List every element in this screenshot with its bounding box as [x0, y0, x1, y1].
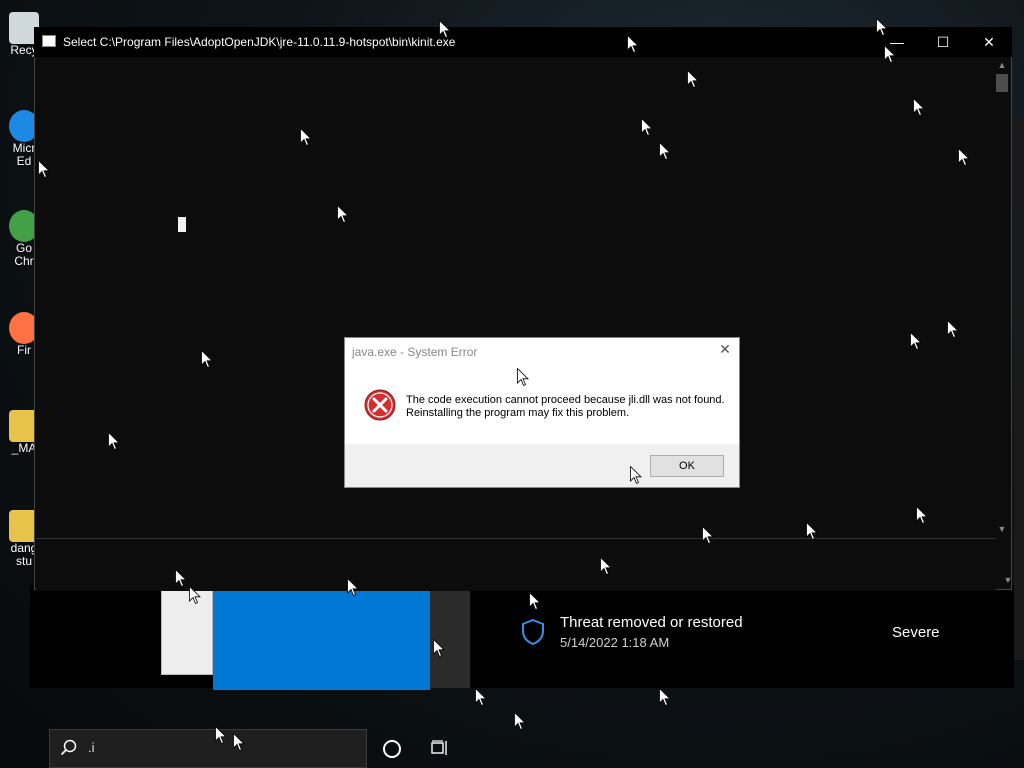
ok-button[interactable]: OK	[650, 455, 724, 477]
mouse-pointer-icon	[958, 148, 970, 167]
mouse-pointer-icon	[806, 522, 818, 541]
scroll-down-arrow-icon[interactable]: ▼	[1000, 575, 1016, 585]
mouse-pointer-icon	[947, 320, 959, 339]
security-accent-block	[213, 590, 430, 690]
error-icon	[364, 389, 396, 421]
mouse-pointer-icon	[38, 160, 50, 179]
mouse-pointer-icon	[884, 45, 896, 64]
mouse-pointer-icon	[175, 569, 187, 588]
console-title: Select C:\Program Files\AdoptOpenJDK\jre…	[63, 35, 456, 49]
scroll-up-arrow-icon[interactable]: ▲	[994, 60, 1010, 70]
mouse-pointer-icon	[702, 526, 714, 545]
mouse-pointer-icon	[641, 118, 653, 137]
mouse-pointer-icon	[916, 506, 928, 525]
mouse-pointer-icon	[659, 688, 671, 707]
mouse-pointer-icon	[529, 592, 541, 611]
mouse-pointer-icon	[910, 332, 922, 351]
cortana-icon[interactable]	[383, 740, 401, 758]
scrollbar-thumb[interactable]	[996, 74, 1008, 92]
mouse-pointer-icon	[108, 432, 120, 451]
security-sidebar-fragment	[161, 590, 213, 675]
mouse-pointer-icon	[687, 70, 699, 89]
mouse-pointer-icon	[876, 18, 888, 37]
search-text: .i	[88, 740, 95, 755]
console-app-icon	[42, 35, 56, 47]
console-text-cursor	[178, 217, 186, 232]
mouse-pointer-icon	[630, 466, 642, 485]
mouse-pointer-icon	[514, 712, 526, 731]
mouse-pointer-icon	[475, 688, 487, 707]
mouse-pointer-icon	[517, 368, 529, 387]
taskbar-search-input[interactable]	[49, 729, 367, 768]
task-view-icon[interactable]	[431, 740, 449, 756]
search-icon	[60, 739, 77, 756]
mouse-pointer-icon	[233, 733, 245, 752]
threat-title: Threat removed or restored	[560, 614, 743, 631]
mouse-pointer-icon	[300, 128, 312, 147]
dialog-title: java.exe - System Error	[352, 345, 478, 359]
console-window	[34, 27, 1012, 590]
maximize-button[interactable]: ☐	[920, 27, 966, 57]
close-button[interactable]: ✕	[966, 27, 1012, 57]
mouse-pointer-icon	[337, 205, 349, 224]
mouse-pointer-icon	[913, 98, 925, 117]
mouse-pointer-icon	[189, 586, 201, 605]
mouse-pointer-icon	[201, 350, 213, 369]
dialog-close-button[interactable]: ✕	[716, 340, 734, 358]
threat-date: 5/14/2022 1:18 AM	[560, 635, 670, 650]
mouse-pointer-icon	[439, 20, 451, 39]
dialog-message: The code execution cannot proceed becaus…	[406, 394, 725, 419]
mouse-pointer-icon	[215, 726, 227, 745]
console-scrollbar[interactable]	[994, 58, 1010, 536]
mouse-pointer-icon	[600, 557, 612, 576]
shield-icon	[522, 618, 544, 646]
mouse-pointer-icon	[433, 639, 445, 658]
scroll-down-arrow-icon[interactable]: ▼	[994, 524, 1010, 534]
threat-severity: Severe	[892, 624, 940, 641]
mouse-pointer-icon	[347, 578, 359, 597]
mouse-pointer-icon	[627, 35, 639, 54]
mouse-pointer-icon	[659, 142, 671, 161]
